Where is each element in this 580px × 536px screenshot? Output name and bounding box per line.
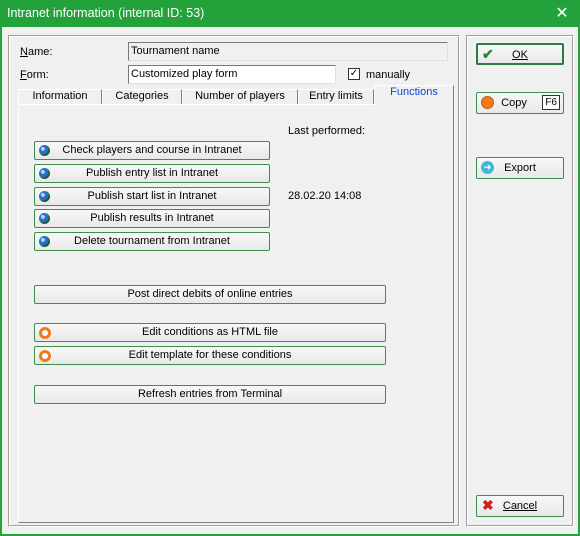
button-label: Edit template for these conditions	[128, 349, 292, 361]
lifebuoy-icon	[39, 350, 51, 362]
ok-button[interactable]: ✔ OK	[476, 43, 564, 65]
tab-label: Functions	[390, 86, 438, 98]
name-label: Name:	[20, 46, 53, 58]
cancel-label: Cancel	[502, 500, 538, 512]
globe-icon	[39, 191, 50, 202]
form-label: Form:	[20, 69, 49, 81]
button-label: Publish start list in Intranet	[87, 190, 217, 202]
last-performed-label: Last performed:	[288, 125, 366, 137]
cancel-button[interactable]: ✖ Cancel	[476, 495, 564, 517]
tab-label: Number of players	[195, 90, 285, 102]
publish-entry-list-button[interactable]: Publish entry list in Intranet	[34, 164, 270, 183]
edit-template-button[interactable]: Edit template for these conditions	[34, 346, 386, 365]
name-label-rest: ame:	[27, 46, 53, 58]
tab-categories[interactable]: Categories	[102, 89, 182, 104]
ok-label: OK	[512, 49, 528, 61]
tab-strip: Information Categories Number of players…	[18, 85, 454, 105]
tab-number-of-players[interactable]: Number of players	[182, 89, 298, 104]
button-label: Delete tournament from Intranet	[74, 235, 230, 247]
check-players-button[interactable]: Check players and course in Intranet	[34, 141, 270, 160]
tab-information[interactable]: Information	[18, 89, 102, 104]
tab-label: Categories	[115, 90, 169, 102]
f6-shortcut-badge: F6	[542, 95, 560, 110]
form-field[interactable]: Customized play form	[128, 65, 336, 84]
publish-start-date: 28.02.20 14:08	[288, 190, 362, 202]
post-direct-debits-button[interactable]: Post direct debits of online entries	[34, 285, 386, 304]
close-icon[interactable]: ✕	[544, 0, 580, 27]
dialog-window: Intranet information (internal ID: 53) ✕…	[0, 0, 580, 536]
dialog-body: Name: Tournament name Form: Customized p…	[2, 27, 578, 534]
tab-functions[interactable]: Functions	[374, 85, 454, 105]
publish-results-button[interactable]: Publish results in Intranet	[34, 209, 270, 228]
publish-start-list-button[interactable]: Publish start list in Intranet	[34, 187, 270, 206]
edit-conditions-button[interactable]: Edit conditions as HTML file	[34, 323, 386, 342]
globe-icon	[39, 236, 50, 247]
globe-icon	[39, 213, 50, 224]
export-label: Export	[504, 162, 536, 174]
button-label: Refresh entries from Terminal	[137, 388, 283, 400]
button-label: Check players and course in Intranet	[62, 144, 242, 156]
tab-label: Entry limits	[309, 90, 363, 102]
window-title: Intranet information (internal ID: 53)	[7, 6, 205, 20]
button-label: Publish results in Intranet	[90, 212, 214, 224]
globe-icon	[39, 168, 50, 179]
tab-entry-limits[interactable]: Entry limits	[298, 89, 374, 104]
delete-tournament-button[interactable]: Delete tournament from Intranet	[34, 232, 270, 251]
manually-checkbox[interactable]: ✓	[348, 68, 360, 80]
copy-button[interactable]: Copy F6	[476, 92, 564, 114]
tab-label: Information	[32, 90, 88, 102]
button-label: Post direct debits of online entries	[127, 288, 293, 300]
refresh-entries-button[interactable]: Refresh entries from Terminal	[34, 385, 386, 404]
button-label: Publish entry list in Intranet	[85, 167, 219, 179]
button-label: Edit conditions as HTML file	[142, 326, 278, 338]
form-label-rest: orm:	[26, 69, 49, 81]
lifebuoy-icon	[39, 327, 51, 339]
manually-label: manually	[366, 69, 411, 81]
globe-icon	[39, 145, 50, 156]
export-button[interactable]: ➜ Export	[476, 157, 564, 179]
name-field[interactable]: Tournament name	[128, 42, 448, 61]
title-bar[interactable]: Intranet information (internal ID: 53) ✕	[0, 0, 580, 27]
